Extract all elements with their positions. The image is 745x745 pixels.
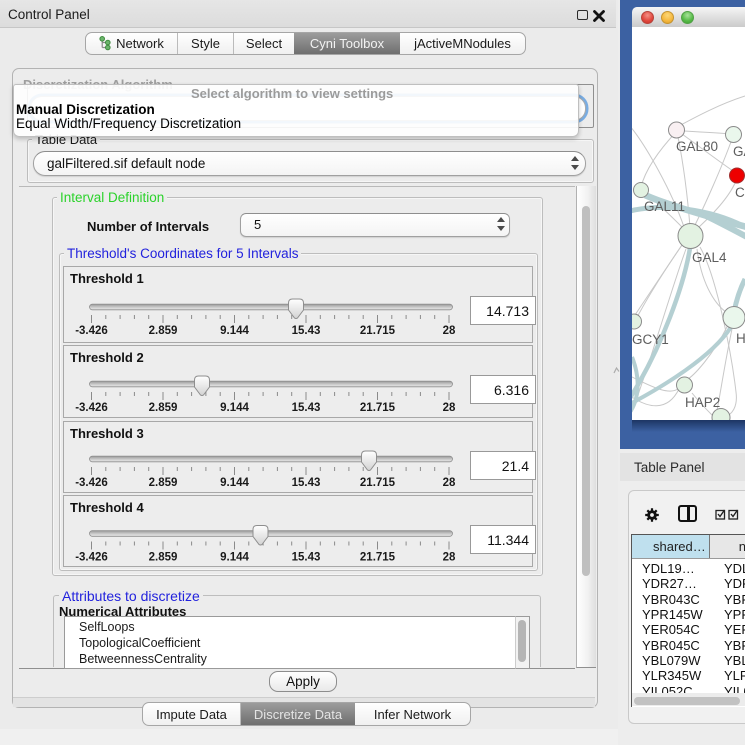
svg-text:9.144: 9.144 <box>220 552 249 564</box>
svg-text:21.715: 21.715 <box>360 325 396 337</box>
svg-text:-3.426: -3.426 <box>75 325 108 337</box>
svg-text:2.859: 2.859 <box>149 325 178 337</box>
svg-text:21.715: 21.715 <box>360 552 396 564</box>
svg-text:2.859: 2.859 <box>149 402 178 414</box>
svg-text:21.715: 21.715 <box>360 477 396 489</box>
svg-text:15.43: 15.43 <box>292 552 321 564</box>
svg-text:-3.426: -3.426 <box>75 552 108 564</box>
svg-text:28: 28 <box>443 325 456 337</box>
svg-text:C: C <box>735 185 745 200</box>
svg-text:2.859: 2.859 <box>149 552 178 564</box>
svg-text:9.144: 9.144 <box>220 402 249 414</box>
svg-text:15.43: 15.43 <box>292 477 321 489</box>
svg-text:9.144: 9.144 <box>220 325 249 337</box>
svg-text:GA: GA <box>733 144 745 159</box>
svg-text:GCY1: GCY1 <box>632 332 669 347</box>
svg-text:21.715: 21.715 <box>360 402 396 414</box>
svg-text:2.859: 2.859 <box>149 477 178 489</box>
svg-text:GAL11: GAL11 <box>644 199 685 214</box>
svg-text:-3.426: -3.426 <box>75 402 108 414</box>
svg-text:15.43: 15.43 <box>292 325 321 337</box>
svg-text:28: 28 <box>443 552 456 564</box>
svg-text:GAL4: GAL4 <box>692 250 727 265</box>
svg-text:HAP2: HAP2 <box>685 395 720 410</box>
svg-text:15.43: 15.43 <box>292 402 321 414</box>
svg-text:28: 28 <box>443 402 456 414</box>
svg-text:-3.426: -3.426 <box>75 477 108 489</box>
svg-text:GAL80: GAL80 <box>676 139 718 154</box>
svg-text:28: 28 <box>443 477 456 489</box>
svg-text:H: H <box>736 331 745 346</box>
svg-text:9.144: 9.144 <box>220 477 249 489</box>
